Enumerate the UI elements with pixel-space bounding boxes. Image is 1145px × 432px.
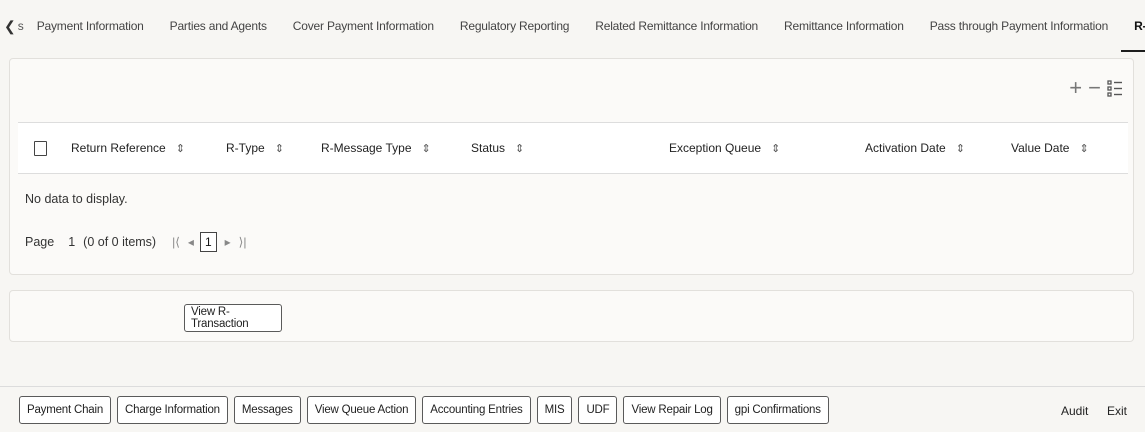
tab-payment-information[interactable]: Payment Information [24, 0, 157, 52]
tab-parties-and-agents[interactable]: Parties and Agents [157, 0, 280, 52]
action-panel [9, 290, 1134, 342]
page-number-input[interactable]: 1 [68, 235, 75, 249]
remove-icon[interactable]: − [1088, 77, 1101, 99]
chevron-left-icon[interactable]: ❮ [4, 18, 16, 35]
view-repair-log-button[interactable]: View Repair Log [623, 396, 721, 424]
page-label: Page [25, 235, 55, 249]
column-label: Return Reference [71, 141, 166, 155]
tab-related-remittance-information[interactable]: Related Remittance Information [582, 0, 771, 52]
charge-information-button[interactable]: Charge Information [117, 396, 228, 424]
first-page-icon[interactable]: |⟨ [172, 235, 180, 249]
select-all-cell [18, 123, 63, 173]
column-settings-icon[interactable] [1107, 79, 1123, 97]
mis-button[interactable]: MIS [536, 396, 573, 424]
next-page-icon[interactable]: ▸ [225, 235, 231, 249]
view-queue-action-button[interactable]: View Queue Action [306, 396, 417, 424]
tab-r-transaction[interactable]: R-Transac [1121, 0, 1145, 52]
last-page-icon[interactable]: ⟩| [239, 235, 247, 249]
select-all-checkbox[interactable] [34, 140, 47, 156]
sort-icon[interactable]: ⇕ [771, 142, 780, 155]
tab-scroll-left[interactable]: ❮ s [0, 0, 24, 52]
add-icon[interactable]: + [1069, 77, 1082, 99]
sort-icon[interactable]: ⇕ [515, 142, 524, 155]
exit-button[interactable]: Exit [1107, 404, 1127, 418]
previous-page-icon[interactable]: ◂ [188, 235, 194, 249]
tab-remittance-information[interactable]: Remittance Information [771, 0, 917, 52]
pagination: Page 1 (0 of 0 items) |⟨ ◂ 1 ▸ ⟩| [25, 230, 246, 254]
column-exception-queue[interactable]: Exception Queue ⇕ [661, 123, 857, 173]
messages-button[interactable]: Messages [233, 396, 301, 424]
column-label: Status [471, 141, 506, 155]
accounting-entries-button[interactable]: Accounting Entries [422, 396, 531, 424]
column-r-type[interactable]: R-Type ⇕ [218, 123, 313, 173]
grid-header-row: Return Reference ⇕ R-Type ⇕ R-Message Ty… [18, 122, 1128, 174]
tab-bar: ❮ s Payment Information Parties and Agen… [0, 0, 1145, 52]
sort-icon[interactable]: ⇕ [1079, 142, 1088, 155]
column-label: R-Message Type [321, 141, 412, 155]
column-label: R-Type [226, 141, 265, 155]
current-page-button[interactable]: 1 [199, 232, 217, 252]
view-r-transaction-button[interactable]: View R-Transaction [184, 304, 282, 332]
items-count: (0 of 0 items) [83, 235, 157, 249]
tab-cover-payment-information[interactable]: Cover Payment Information [280, 0, 447, 52]
udf-button[interactable]: UDF [578, 396, 618, 424]
column-return-reference[interactable]: Return Reference ⇕ [63, 123, 218, 173]
column-r-message-type[interactable]: R-Message Type ⇕ [313, 123, 463, 173]
footer-divider [0, 386, 1145, 387]
r-transaction-grid: Return Reference ⇕ R-Type ⇕ R-Message Ty… [18, 122, 1128, 174]
empty-message: No data to display. [25, 192, 128, 206]
column-label: Activation Date [865, 141, 946, 155]
sort-icon[interactable]: ⇕ [275, 142, 284, 155]
gpi-confirmations-button[interactable]: gpi Confirmations [726, 396, 829, 424]
column-value-date[interactable]: Value Date ⇕ [1003, 123, 1128, 173]
sort-icon[interactable]: ⇕ [956, 142, 965, 155]
tab-pass-through-payment-information[interactable]: Pass through Payment Information [917, 0, 1121, 52]
tab-regulatory-reporting[interactable]: Regulatory Reporting [447, 0, 582, 52]
footer-button-bar: Payment Chain Charge Information Message… [19, 396, 829, 424]
audit-button[interactable]: Audit [1061, 404, 1088, 418]
grid-toolbar: + − [1069, 77, 1123, 99]
column-label: Value Date [1011, 141, 1070, 155]
column-label: Exception Queue [669, 141, 762, 155]
column-activation-date[interactable]: Activation Date ⇕ [857, 123, 1003, 173]
sort-icon[interactable]: ⇕ [176, 142, 185, 155]
sort-icon[interactable]: ⇕ [422, 142, 431, 155]
payment-chain-button[interactable]: Payment Chain [19, 396, 112, 424]
column-status[interactable]: Status ⇕ [463, 123, 661, 173]
